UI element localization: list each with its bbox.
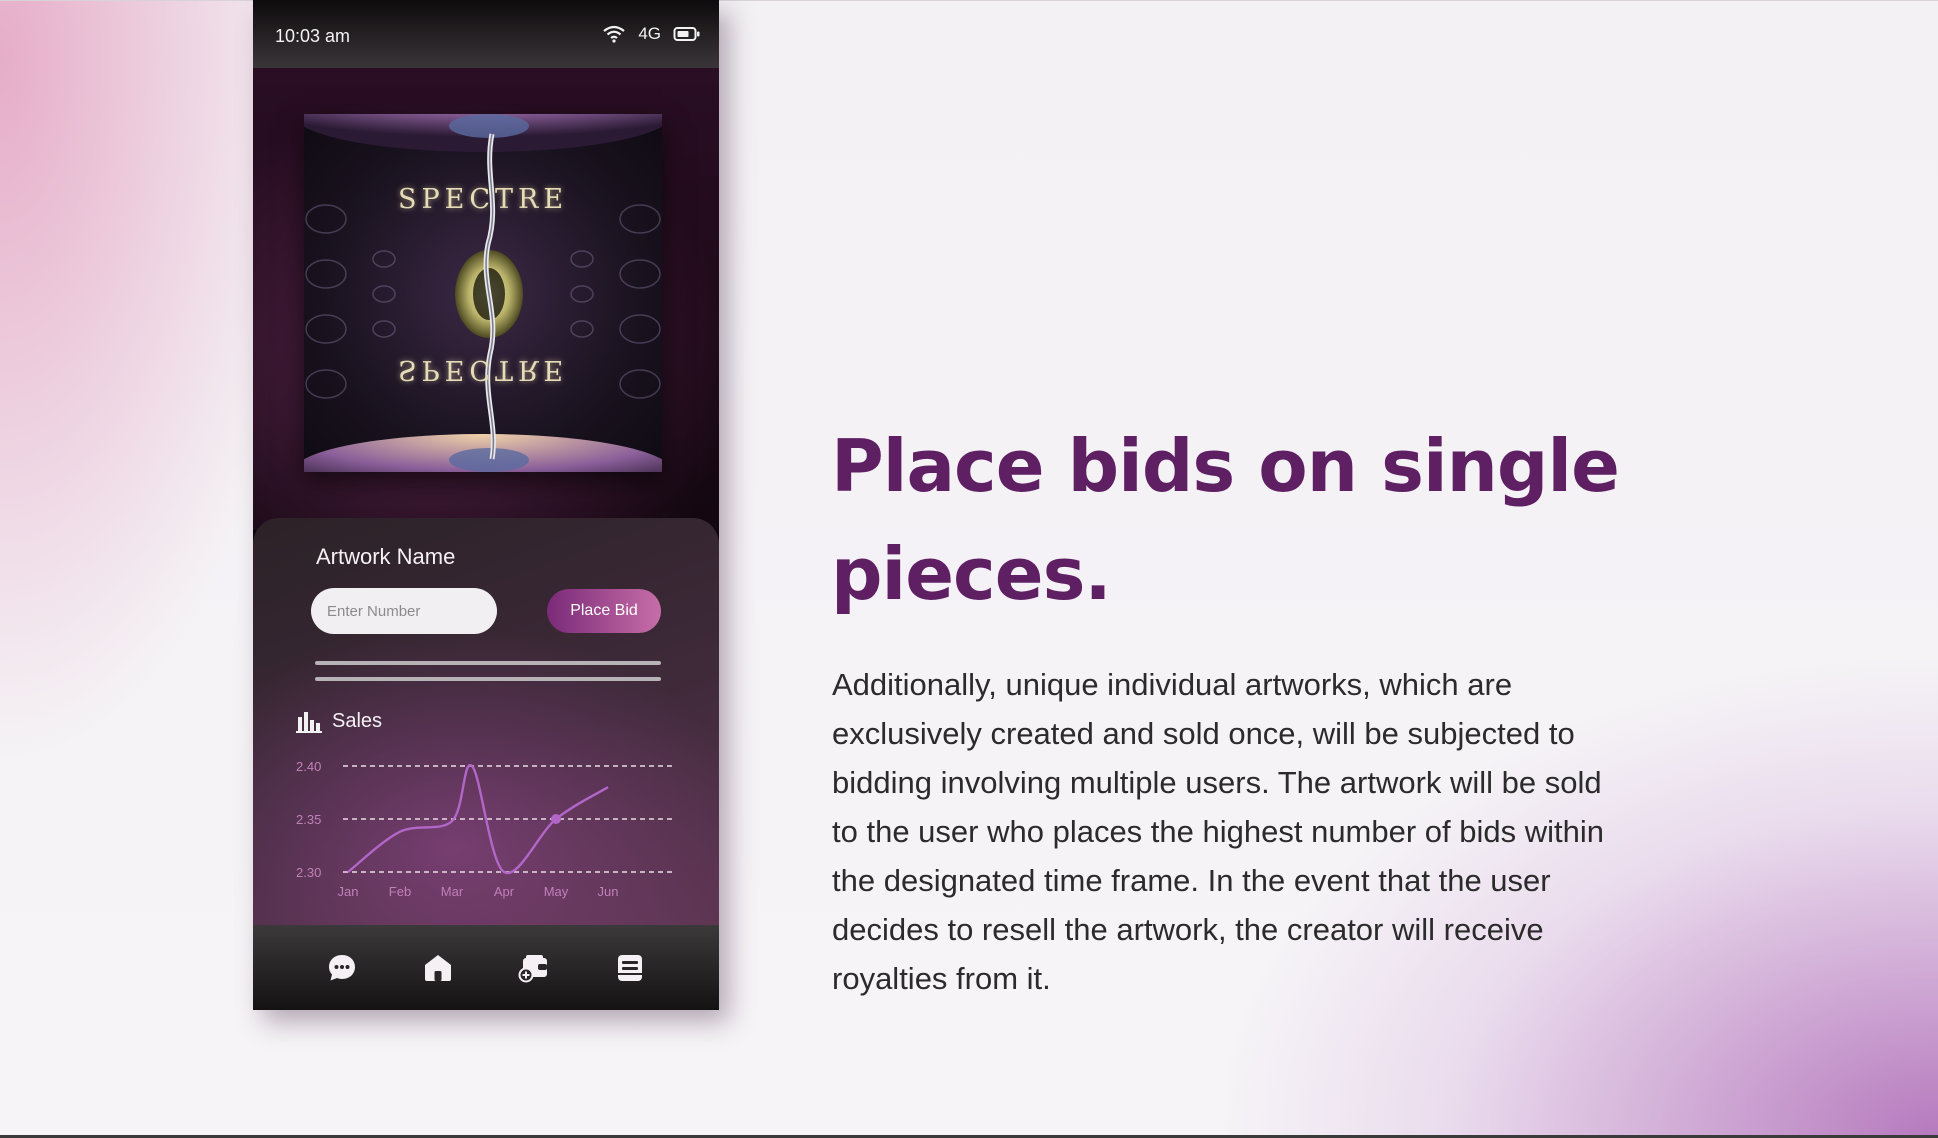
document-icon [618, 954, 642, 981]
phone-mockup: 10:03 am 4G SPECTRE SPECTRE Artwork Name… [253, 0, 719, 1010]
wallet-add-icon [518, 954, 547, 982]
x-tick-label: Jun [598, 884, 619, 899]
bid-amount-input[interactable] [311, 588, 497, 634]
place-bid-button[interactable]: Place Bid [547, 589, 661, 633]
nav-wallet[interactable] [518, 952, 550, 984]
x-tick-label: Jan [338, 884, 359, 899]
x-tick-label: Feb [389, 884, 411, 899]
headline: Place bids on single pieces. [831, 424, 1620, 616]
divider-line [315, 677, 661, 681]
divider-line [315, 661, 661, 665]
artwork-title-top: SPECTRE [397, 184, 569, 215]
nav-home[interactable] [422, 952, 454, 984]
bid-card: Artwork Name Place Bid Sales 2.40 2.35 2.3… [253, 518, 719, 930]
artwork-illustration [304, 114, 662, 472]
x-tick-label: Mar [441, 884, 464, 899]
y-tick-label: 2.40 [296, 759, 321, 774]
wifi-icon [603, 25, 625, 43]
network-label: 4G [638, 24, 661, 43]
sales-line-chart: 2.40 2.35 2.30 Jan Feb Mar Apr May Jun [296, 759, 675, 899]
status-bar: 10:03 am 4G [253, 0, 719, 68]
x-tick-label: Apr [494, 884, 515, 899]
nav-document[interactable] [614, 952, 646, 984]
sales-header: Sales [296, 710, 382, 733]
battery-icon [673, 27, 700, 41]
highlighted-data-point[interactable] [551, 814, 561, 824]
artwork-title-bottom: SPECTRE [397, 354, 569, 385]
artwork-image[interactable]: SPECTRE SPECTRE [304, 114, 662, 472]
y-tick-label: 2.30 [296, 865, 321, 880]
artwork-name-label: Artwork Name [316, 544, 456, 569]
description-text: Additionally, unique individual artworks… [832, 667, 1605, 996]
sales-label: Sales [332, 710, 383, 732]
status-time: 10:03 am [275, 26, 351, 46]
nav-chat[interactable] [326, 952, 358, 984]
y-tick-label: 2.35 [296, 812, 321, 827]
status-icons: 4G [602, 24, 701, 44]
home-icon [425, 954, 451, 981]
bottom-nav-bar [253, 925, 719, 1010]
x-tick-label: May [544, 884, 569, 899]
bar-chart-icon [296, 711, 322, 733]
chat-icon [329, 954, 355, 980]
